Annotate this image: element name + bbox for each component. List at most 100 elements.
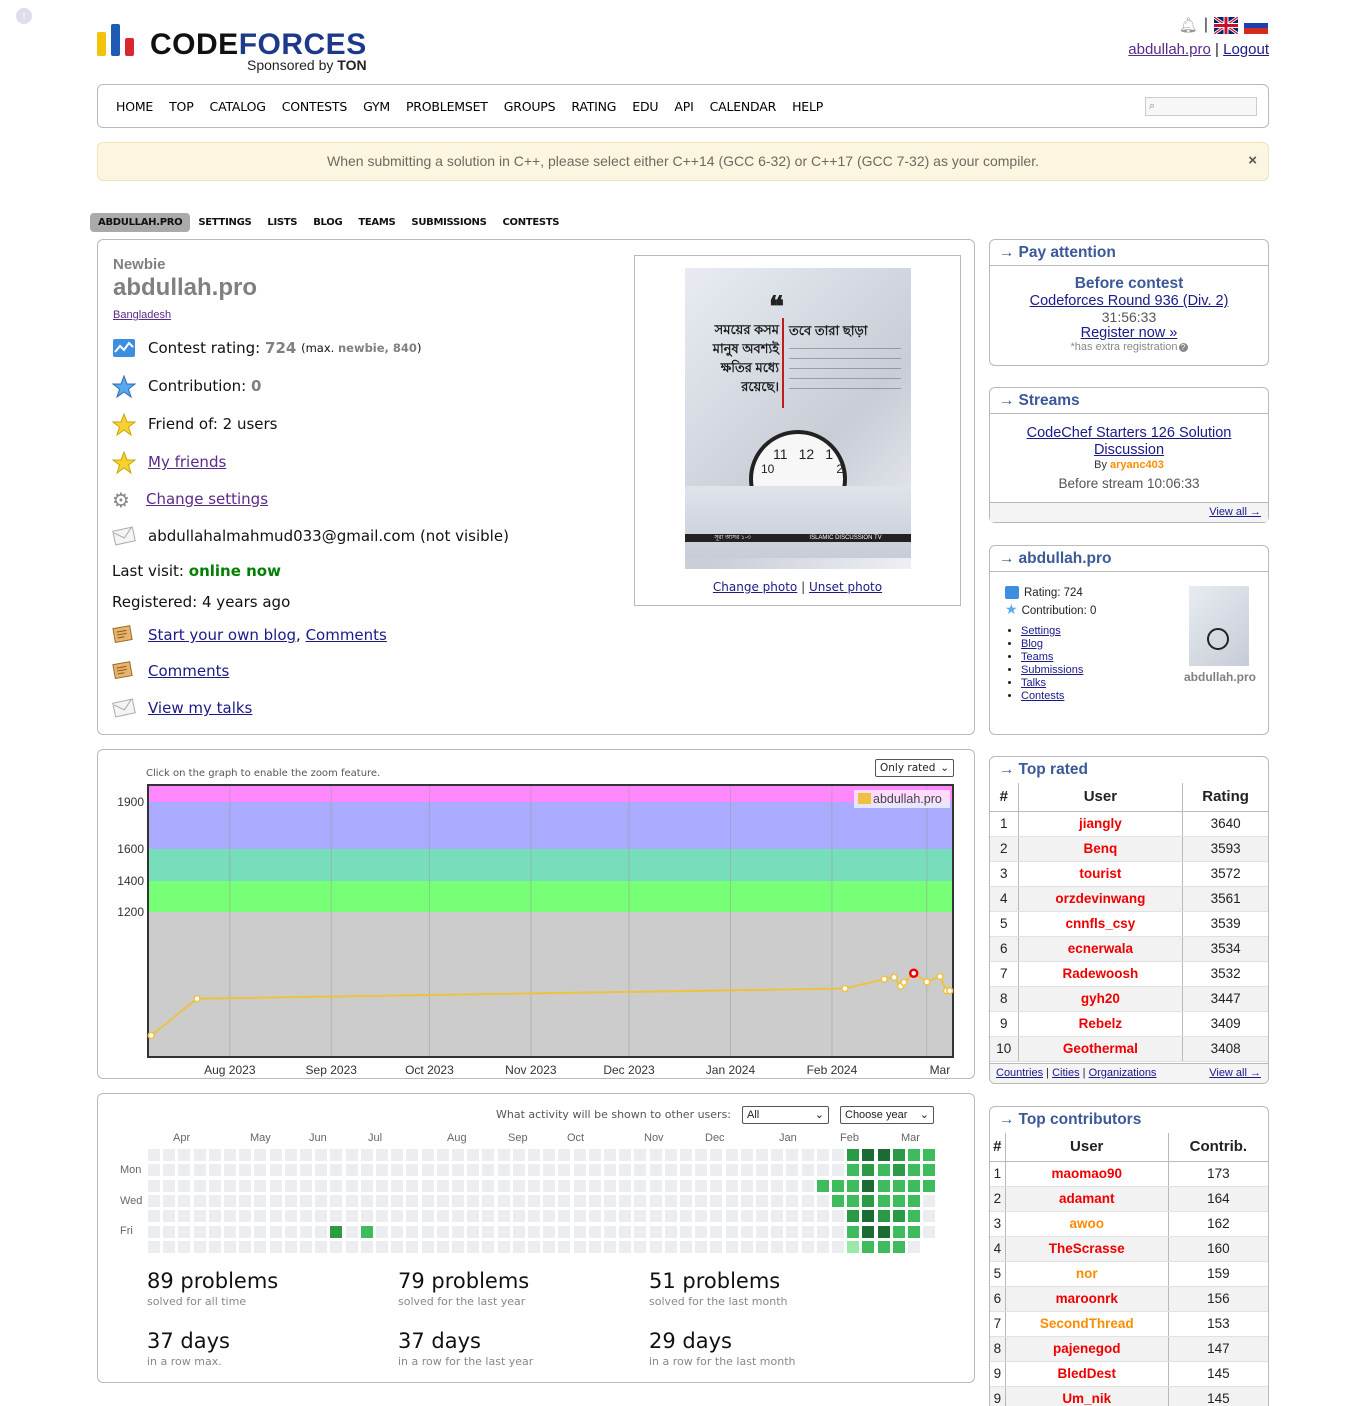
heatmap-cell[interactable] <box>452 1149 464 1161</box>
heatmap-cell[interactable] <box>862 1149 875 1161</box>
heatmap-cell[interactable] <box>543 1194 556 1207</box>
heatmap-cell[interactable] <box>391 1210 404 1223</box>
heatmap-cell[interactable] <box>588 1149 601 1161</box>
heatmap-cell[interactable] <box>148 1149 160 1161</box>
heatmap-cell[interactable] <box>163 1179 176 1192</box>
heatmap-cell[interactable] <box>786 1240 799 1253</box>
heatmap-cell[interactable] <box>634 1194 647 1207</box>
heatmap-cell[interactable] <box>224 1225 236 1238</box>
heatmap-cell[interactable] <box>680 1210 692 1223</box>
heatmap-cell[interactable] <box>710 1210 723 1223</box>
heatmap-cell[interactable] <box>725 1179 738 1192</box>
heatmap-cell[interactable] <box>376 1149 388 1161</box>
heatmap-cell[interactable] <box>543 1240 556 1253</box>
heatmap-cell[interactable] <box>421 1164 434 1177</box>
user-link[interactable]: nor <box>1076 1266 1098 1281</box>
heatmap-cell[interactable] <box>892 1149 905 1161</box>
heatmap-cell[interactable] <box>239 1210 252 1223</box>
heatmap-cell[interactable] <box>376 1240 388 1253</box>
heatmap-cell[interactable] <box>649 1179 662 1192</box>
heatmap-cell[interactable] <box>664 1194 677 1207</box>
heatmap-cell[interactable] <box>421 1179 434 1192</box>
heatmap-cell[interactable] <box>877 1210 890 1223</box>
heatmap-cell[interactable] <box>786 1210 799 1223</box>
heatmap-cell[interactable] <box>239 1194 252 1207</box>
heatmap-cell[interactable] <box>771 1164 784 1177</box>
heatmap-cell[interactable] <box>847 1149 860 1161</box>
heatmap-cell[interactable] <box>178 1164 191 1177</box>
user-link-settings[interactable]: Settings <box>1021 625 1061 637</box>
heatmap-cell[interactable] <box>163 1164 176 1177</box>
header-handle-link[interactable]: abdullah.pro <box>1128 41 1211 58</box>
heatmap-cell[interactable] <box>376 1194 388 1207</box>
heatmap-cell[interactable] <box>528 1240 540 1253</box>
heatmap-cell[interactable] <box>908 1194 920 1207</box>
heatmap-cell[interactable] <box>664 1164 677 1177</box>
heatmap-cell[interactable] <box>467 1149 480 1161</box>
heatmap-cell[interactable] <box>467 1210 480 1223</box>
my-friends-link[interactable]: My friends <box>148 453 226 471</box>
heatmap-cell[interactable] <box>604 1240 616 1253</box>
user-link[interactable]: adamant <box>1059 1191 1115 1206</box>
heatmap-cell[interactable] <box>680 1225 692 1238</box>
heatmap-cell[interactable] <box>588 1210 601 1223</box>
heatmap-cell[interactable] <box>482 1179 495 1192</box>
heatmap-cell[interactable] <box>148 1210 160 1223</box>
heatmap-cell[interactable] <box>284 1194 297 1207</box>
heatmap-cell[interactable] <box>832 1149 844 1161</box>
stream-author[interactable]: aryanc403 <box>1110 459 1164 471</box>
heatmap-cell[interactable] <box>148 1164 160 1177</box>
heatmap-cell[interactable] <box>406 1240 419 1253</box>
user-link-contests[interactable]: Contests <box>1021 690 1064 702</box>
heatmap-cell[interactable] <box>847 1164 860 1177</box>
heatmap-cell[interactable] <box>543 1149 556 1161</box>
heatmap-cell[interactable] <box>208 1225 221 1238</box>
heatmap-cell[interactable] <box>649 1225 662 1238</box>
rating-point[interactable] <box>908 968 919 978</box>
heatmap-cell[interactable] <box>497 1149 510 1161</box>
heatmap-cell[interactable] <box>528 1149 540 1161</box>
heatmap-cell[interactable] <box>315 1225 328 1238</box>
menu-calendar[interactable]: CALENDAR <box>710 99 777 114</box>
heatmap-cell[interactable] <box>360 1194 373 1207</box>
heatmap-cell[interactable] <box>710 1194 723 1207</box>
heatmap-cell[interactable] <box>740 1194 753 1207</box>
countries-link[interactable]: Countries <box>996 1067 1043 1079</box>
heatmap-cell[interactable] <box>740 1225 753 1238</box>
heatmap-cell[interactable] <box>558 1240 571 1253</box>
heatmap-cell[interactable] <box>923 1149 936 1161</box>
heatmap-cell[interactable] <box>634 1179 647 1192</box>
heatmap-cell[interactable] <box>892 1194 905 1207</box>
heatmap-cell[interactable] <box>482 1164 495 1177</box>
heatmap-cell[interactable] <box>300 1194 312 1207</box>
heatmap-cell[interactable] <box>573 1149 586 1161</box>
heatmap-cell[interactable] <box>528 1164 540 1177</box>
heatmap-cell[interactable] <box>725 1240 738 1253</box>
heatmap-cell[interactable] <box>269 1240 282 1253</box>
heatmap-cell[interactable] <box>771 1240 784 1253</box>
heatmap-cell[interactable] <box>786 1179 799 1192</box>
heatmap-cell[interactable] <box>300 1149 312 1161</box>
heatmap-cell[interactable] <box>436 1164 449 1177</box>
heatmap-cell[interactable] <box>695 1179 708 1192</box>
heatmap-cell[interactable] <box>801 1210 814 1223</box>
heatmap-cell[interactable] <box>801 1179 814 1192</box>
heatmap-cell[interactable] <box>284 1164 297 1177</box>
heatmap-cell[interactable] <box>163 1240 176 1253</box>
heatmap-cell[interactable] <box>786 1149 799 1161</box>
heatmap-cell[interactable] <box>832 1240 844 1253</box>
heatmap-cell[interactable] <box>178 1179 191 1192</box>
heatmap-cell[interactable] <box>634 1149 647 1161</box>
heatmap-cell[interactable] <box>664 1210 677 1223</box>
heatmap-cell[interactable] <box>832 1179 844 1192</box>
view-all-streams-link[interactable]: View all → <box>1209 506 1261 518</box>
rating-point[interactable] <box>900 978 908 987</box>
heatmap-cell[interactable] <box>421 1194 434 1207</box>
heatmap-cell[interactable] <box>695 1149 708 1161</box>
change-photo-link[interactable]: Change photo <box>713 580 797 594</box>
heatmap-cell[interactable] <box>421 1210 434 1223</box>
heatmap-cell[interactable] <box>224 1149 236 1161</box>
heatmap-cell[interactable] <box>254 1179 267 1192</box>
heatmap-cell[interactable] <box>208 1210 221 1223</box>
heatmap-cell[interactable] <box>619 1149 632 1161</box>
